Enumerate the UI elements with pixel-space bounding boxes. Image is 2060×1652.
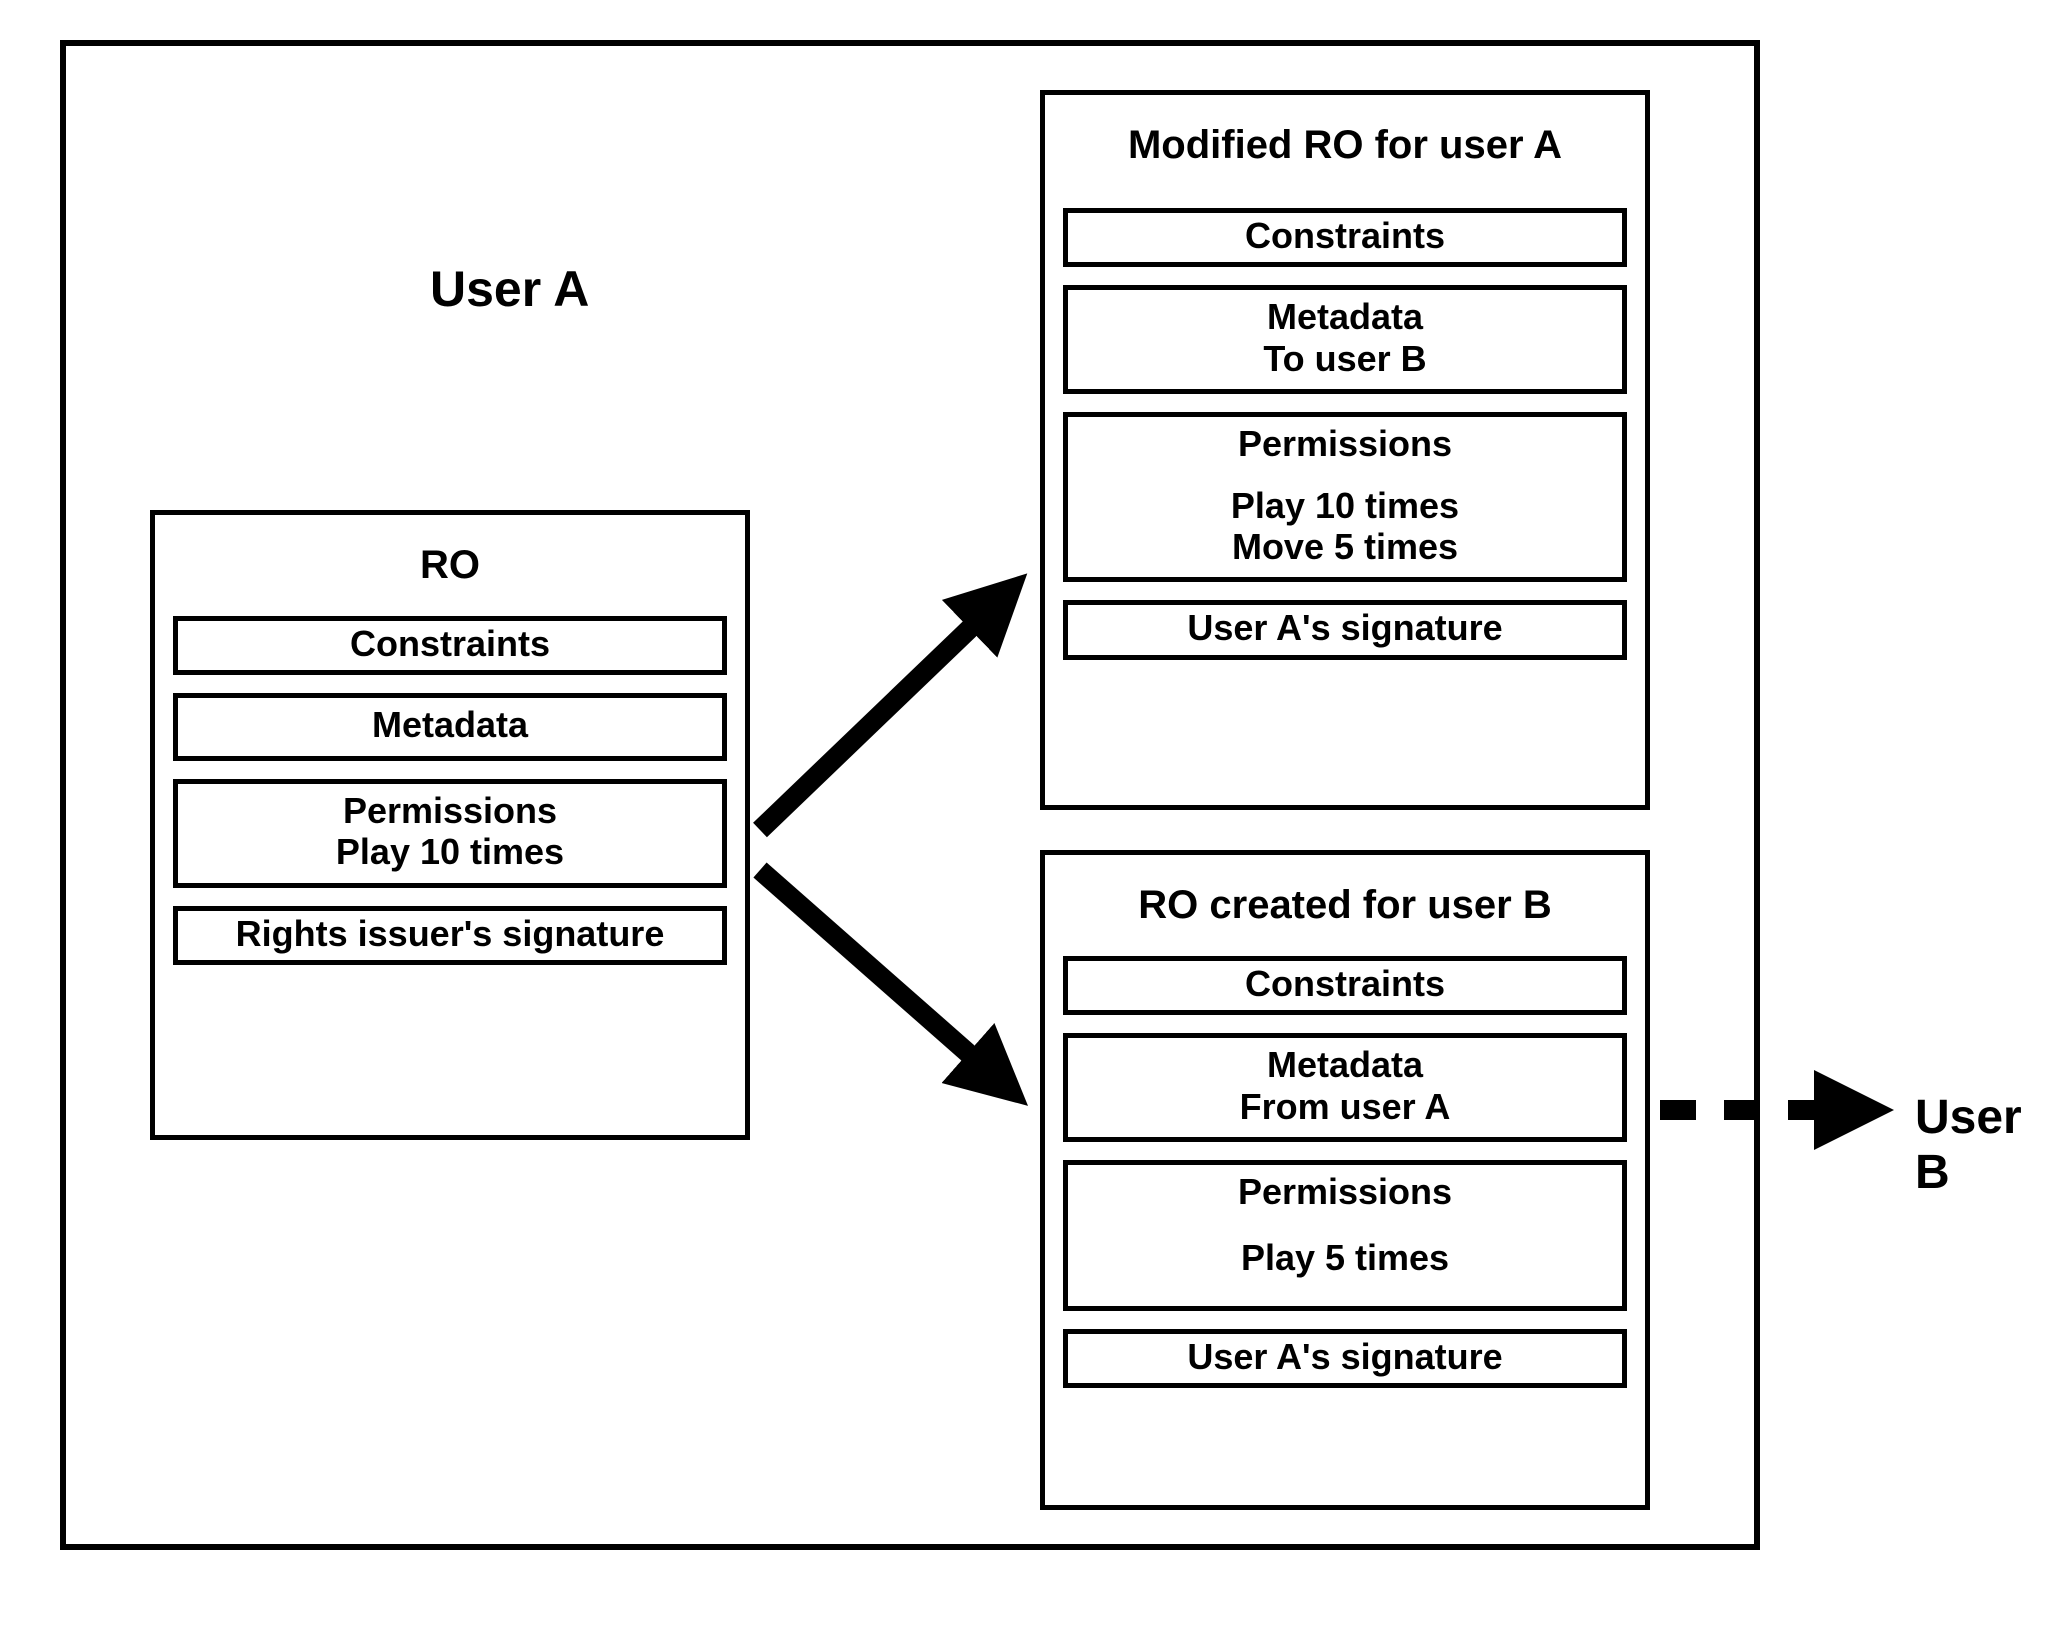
- ro-original-permissions-line1: Play 10 times: [184, 831, 716, 872]
- ro-modified-title: Modified RO for user A: [1063, 123, 1627, 168]
- ro-created-permissions-title: Permissions: [1074, 1171, 1616, 1212]
- ro-modified-metadata-title: Metadata: [1074, 296, 1616, 337]
- ro-created-constraints: Constraints: [1063, 956, 1627, 1015]
- user-a-label: User A: [430, 260, 589, 318]
- ro-created-box: RO created for user B Constraints Metada…: [1040, 850, 1650, 1510]
- ro-modified-permissions: Permissions Play 10 times Move 5 times: [1063, 412, 1627, 582]
- diagram-stage: User A User B RO Constraints Metadata Pe…: [0, 0, 2060, 1652]
- ro-created-metadata-line1: From user A: [1074, 1086, 1616, 1127]
- ro-modified-permissions-title: Permissions: [1074, 423, 1616, 464]
- ro-modified-signature: User A's signature: [1063, 600, 1627, 659]
- ro-modified-metadata: Metadata To user B: [1063, 285, 1627, 394]
- ro-created-title: RO created for user B: [1063, 883, 1627, 928]
- ro-original-permissions: Permissions Play 10 times: [173, 779, 727, 888]
- user-b-label: User B: [1915, 1090, 2060, 1200]
- ro-original-box: RO Constraints Metadata Permissions Play…: [150, 510, 750, 1140]
- ro-created-permissions-line1: Play 5 times: [1074, 1237, 1616, 1278]
- ro-created-signature: User A's signature: [1063, 1329, 1627, 1388]
- ro-created-permissions: Permissions Play 5 times: [1063, 1160, 1627, 1311]
- ro-modified-metadata-line1: To user B: [1074, 338, 1616, 379]
- ro-modified-constraints: Constraints: [1063, 208, 1627, 267]
- ro-modified-permissions-line1: Play 10 times: [1074, 485, 1616, 526]
- ro-created-metadata: Metadata From user A: [1063, 1033, 1627, 1142]
- ro-original-permissions-title: Permissions: [184, 790, 716, 831]
- ro-original-metadata: Metadata: [173, 693, 727, 760]
- ro-original-title: RO: [173, 543, 727, 588]
- ro-modified-permissions-line2: Move 5 times: [1074, 526, 1616, 567]
- ro-created-metadata-title: Metadata: [1074, 1044, 1616, 1085]
- ro-original-signature: Rights issuer's signature: [173, 906, 727, 965]
- ro-modified-box: Modified RO for user A Constraints Metad…: [1040, 90, 1650, 810]
- ro-original-constraints: Constraints: [173, 616, 727, 675]
